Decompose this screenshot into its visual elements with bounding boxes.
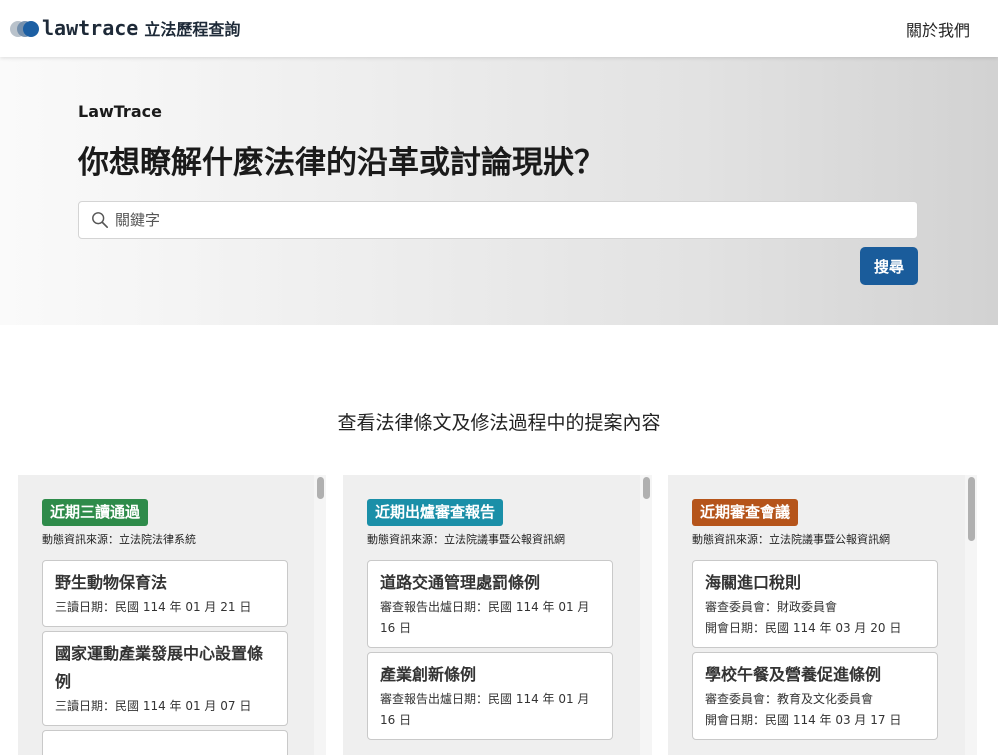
panel-recent-review-reports: 近期出爐審查報告 動態資訊來源：立法院議事暨公報資訊網 道路交通管理處罰條例 審… bbox=[343, 475, 640, 755]
panel-scrollbar[interactable] bbox=[965, 475, 977, 755]
hero-banner: LawTrace 你想瞭解什麼法律的沿革或討論現狀？ 搜尋 bbox=[0, 57, 998, 325]
card-meta: 審查報告出爐日期：民國 114 年 01 月 16 日 bbox=[380, 600, 590, 635]
card-meta: 審查委員會：財政委員會 bbox=[705, 600, 838, 614]
law-card[interactable]: 道路交通管理處罰條例 審查報告出爐日期：民國 114 年 01 月 16 日 bbox=[367, 560, 613, 648]
card-meta: 開會日期：民國 114 年 03 月 17 日 bbox=[705, 713, 902, 727]
logo-mark-icon bbox=[10, 18, 39, 38]
hero-eyebrow: LawTrace bbox=[78, 102, 162, 121]
logo-wordmark: lawtrace bbox=[42, 16, 139, 40]
panel-badge: 近期三讀通過 bbox=[42, 499, 149, 526]
search-icon bbox=[92, 212, 109, 229]
law-card[interactable]: 產業創新條例 審查報告出爐日期：民國 114 年 01 月 16 日 bbox=[367, 652, 613, 740]
law-card[interactable]: 國家運動產業發展中心設置條例 三讀日期：民國 114 年 01 月 07 日 bbox=[42, 631, 288, 726]
top-header: lawtrace 立法歷程查詢 關於我們 bbox=[0, 0, 998, 57]
logo-subtitle: 立法歷程查詢 bbox=[144, 20, 241, 39]
law-card[interactable]: 學校午餐及營養促進條例 審查委員會：教育及文化委員會 開會日期：民國 114 年… bbox=[692, 652, 938, 740]
panel-source: 動態資訊來源：立法院法律系統 bbox=[42, 533, 196, 546]
card-title: 學校午餐及營養促進條例 bbox=[705, 665, 882, 684]
hero-title: 你想瞭解什麼法律的沿革或討論現狀？ bbox=[78, 145, 605, 181]
panel-source: 動態資訊來源：立法院議事暨公報資訊網 bbox=[367, 533, 565, 546]
card-title: 產業創新條例 bbox=[380, 665, 477, 684]
law-card[interactable]: 海關進口稅則 審查委員會：財政委員會 開會日期：民國 114 年 03 月 20… bbox=[692, 560, 938, 648]
card-title: 道路交通管理處罰條例 bbox=[380, 573, 541, 592]
card-meta: 三讀日期：民國 114 年 01 月 21 日 bbox=[55, 600, 252, 614]
search-input[interactable] bbox=[115, 202, 905, 238]
panel-badge: 近期審查會議 bbox=[692, 499, 799, 526]
card-meta: 審查報告出爐日期：民國 114 年 01 月 16 日 bbox=[380, 692, 590, 727]
scrollbar-thumb[interactable] bbox=[968, 477, 975, 541]
panel-source: 動態資訊來源：立法院議事暨公報資訊網 bbox=[692, 533, 890, 546]
card-title: 國家運動產業發展中心設置條例 bbox=[55, 644, 264, 691]
search-button[interactable]: 搜尋 bbox=[860, 247, 918, 285]
panel-recent-review-meetings: 近期審查會議 動態資訊來源：立法院議事暨公報資訊網 海關進口稅則 審查委員會：財… bbox=[668, 475, 965, 755]
card-title: 野生動物保育法 bbox=[55, 573, 168, 592]
card-title: 海關進口稅則 bbox=[705, 573, 802, 592]
search-box bbox=[78, 201, 918, 239]
panel-scrollbar[interactable] bbox=[640, 475, 652, 755]
scrollbar-thumb[interactable] bbox=[317, 477, 324, 499]
scrollbar-thumb[interactable] bbox=[643, 477, 650, 499]
logo[interactable]: lawtrace 立法歷程查詢 bbox=[10, 14, 240, 42]
card-meta: 三讀日期：民國 114 年 01 月 07 日 bbox=[55, 699, 252, 713]
section-title: 查看法律條文及修法過程中的提案內容 bbox=[337, 412, 661, 434]
card-meta: 開會日期：民國 114 年 03 月 20 日 bbox=[705, 621, 902, 635]
panel-scrollbar[interactable] bbox=[314, 475, 326, 755]
law-card[interactable] bbox=[42, 730, 288, 755]
law-card[interactable]: 野生動物保育法 三讀日期：民國 114 年 01 月 21 日 bbox=[42, 560, 288, 627]
panel-recent-third-reading: 近期三讀通過 動態資訊來源：立法院法律系統 野生動物保育法 三讀日期：民國 11… bbox=[18, 475, 314, 755]
nav-about-link[interactable]: 關於我們 bbox=[906, 17, 970, 41]
panel-badge: 近期出爐審查報告 bbox=[367, 499, 504, 526]
card-meta: 審查委員會：教育及文化委員會 bbox=[705, 692, 874, 706]
